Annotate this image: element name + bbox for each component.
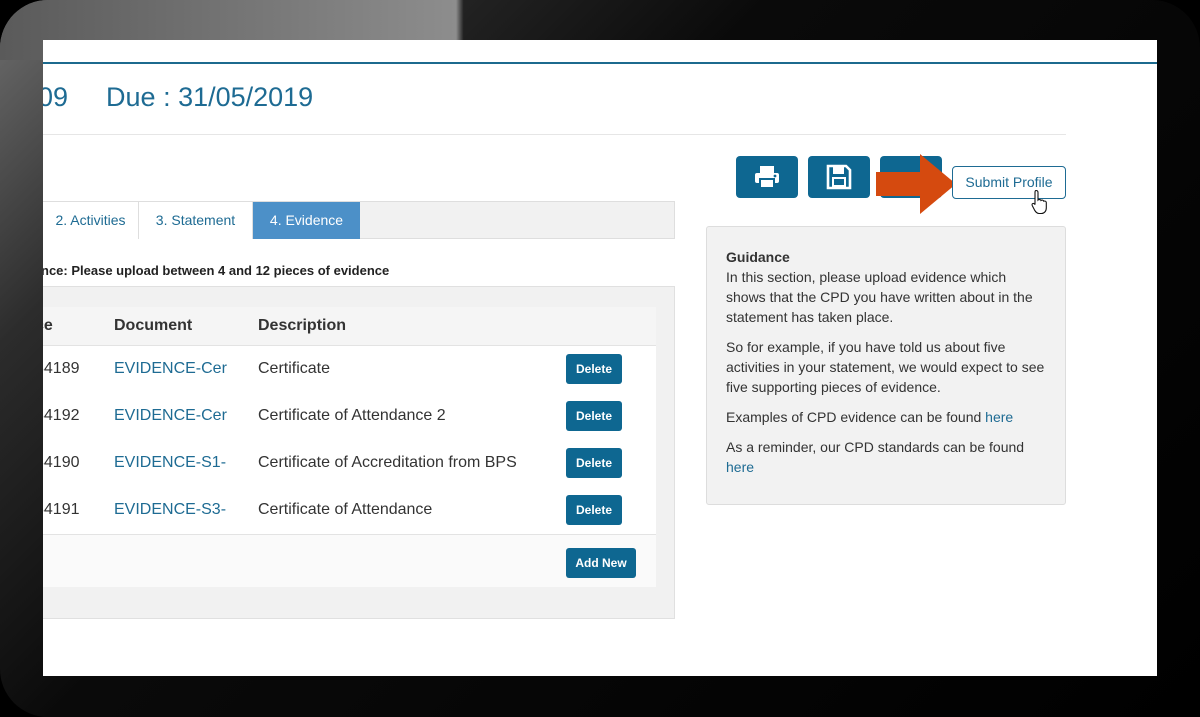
- guidance-standards-text: As a reminder, our CPD standards can be …: [726, 439, 1025, 455]
- table-row: 84191 EVIDENCE-S3- Certificate of Attend…: [43, 487, 656, 535]
- orange-arrow-annotation: [876, 154, 956, 214]
- section-tabs: 2. Activities 3. Statement 4. Evidence: [43, 201, 675, 239]
- cpd-evidence-examples-link[interactable]: here: [985, 409, 1013, 425]
- print-button[interactable]: [736, 156, 798, 198]
- evidence-description: Certificate of Attendance 2: [258, 407, 446, 424]
- evidence-table: ce Document Description 84189 EVIDENCE-C…: [43, 307, 656, 587]
- table-header: ce Document Description: [43, 307, 656, 346]
- printer-icon: [755, 166, 779, 189]
- add-new-button[interactable]: Add New: [566, 548, 636, 578]
- top-divider: [43, 62, 1157, 64]
- evidence-reference: 84191: [43, 501, 80, 518]
- evidence-document-link[interactable]: EVIDENCE-Cer: [114, 407, 227, 425]
- evidence-document-link[interactable]: EVIDENCE-S3-: [114, 501, 226, 519]
- guidance-paragraph-1: In this section, please upload evidence …: [726, 269, 1033, 325]
- table-row: 84189 EVIDENCE-Cer Certificate Delete: [43, 346, 656, 394]
- profile-id: -09: [43, 82, 69, 112]
- table-row: 84190 EVIDENCE-S1- Certificate of Accred…: [43, 440, 656, 488]
- evidence-reference: 84189: [43, 360, 80, 377]
- table-row: 84192 EVIDENCE-Cer Certificate of Attend…: [43, 393, 656, 441]
- evidence-document-link[interactable]: EVIDENCE-Cer: [114, 360, 227, 378]
- delete-button[interactable]: Delete: [566, 401, 622, 431]
- column-header-description: Description: [258, 317, 347, 334]
- add-row: Add New: [43, 541, 656, 587]
- column-header-reference: ce: [43, 317, 53, 334]
- title-divider: [43, 134, 1066, 135]
- delete-button[interactable]: Delete: [566, 495, 622, 525]
- delete-button[interactable]: Delete: [566, 354, 622, 384]
- app-screen: -09Due : 31/05/2019 Submit Profile 2. Ac…: [43, 40, 1157, 676]
- cpd-standards-link[interactable]: here: [726, 459, 754, 475]
- hand-cursor-icon: [1031, 189, 1047, 215]
- tab-statement[interactable]: 3. Statement: [139, 202, 253, 239]
- guidance-examples-text: Examples of CPD evidence can be found: [726, 409, 986, 425]
- guidance-title: Guidance: [726, 249, 790, 265]
- evidence-reference: 84192: [43, 407, 80, 424]
- evidence-description: Certificate of Attendance: [258, 501, 433, 518]
- guidance-paragraph-2: So for example, if you have told us abou…: [726, 339, 1045, 395]
- evidence-panel: ce Document Description 84189 EVIDENCE-C…: [43, 286, 675, 619]
- floppy-disk-icon: [826, 164, 852, 190]
- evidence-reference: 84190: [43, 454, 80, 471]
- page-title: -09 Due : 31/05/2019: [43, 82, 313, 113]
- evidence-instruction: nce: Please upload between 4 and 12 piec…: [43, 263, 390, 278]
- column-header-document: Document: [114, 317, 193, 334]
- due-date: Due : 31/05/2019: [106, 82, 314, 112]
- evidence-document-link[interactable]: EVIDENCE-S1-: [114, 454, 226, 472]
- delete-button[interactable]: Delete: [566, 448, 622, 478]
- save-button[interactable]: [808, 156, 870, 198]
- evidence-description: Certificate of Accreditation from BPS: [258, 454, 517, 471]
- guidance-paragraph-4: As a reminder, our CPD standards can be …: [726, 437, 1046, 477]
- guidance-paragraph-3: Examples of CPD evidence can be found he…: [726, 407, 1046, 427]
- tab-evidence[interactable]: 4. Evidence: [253, 202, 360, 239]
- evidence-description: Certificate: [258, 360, 331, 377]
- guidance-panel: Guidance In this section, please upload …: [706, 226, 1066, 505]
- tab-activities[interactable]: 2. Activities: [43, 202, 139, 239]
